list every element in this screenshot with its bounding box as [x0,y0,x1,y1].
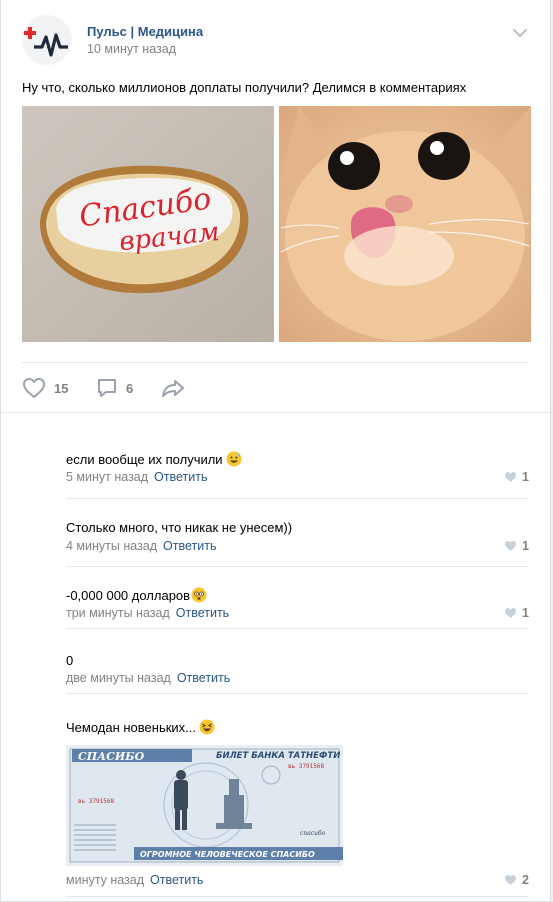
comment-time[interactable]: три минуты назад [66,606,170,620]
heart-icon [505,875,516,885]
comment-icon [98,379,116,397]
comment-meta: 4 минуты назад Ответить [66,539,216,553]
comment-separator [66,498,529,499]
post-separator [22,362,529,363]
heart-icon [23,378,45,398]
banknote-right-title: БИЛЕТ БАНКА ТАТНЕФТИ [216,751,340,761]
comment-time[interactable]: минуту назад [66,873,144,887]
like-button[interactable]: 15 [22,376,68,400]
comment-separator [66,896,529,897]
comment-text: 0 [66,653,74,668]
heart-icon [505,541,516,551]
comment-meta: три минуты назад Ответить [66,606,229,620]
comment-separator [66,566,529,567]
post-photo-cat[interactable] [279,106,531,342]
comment-meta: две минуты назад Ответить [66,671,230,685]
banknote-bottom-text: ОГРОМНОЕ ЧЕЛОВЕЧЕСКОЕ СПАСИБО [140,850,315,859]
comment-text: -0,000 000 долларов [66,587,207,603]
sweat-smile-emoji-icon [226,451,242,467]
comment-like-button[interactable]: 2 [504,873,529,887]
post-card: Пульс | Медицина 10 минут назад Ну что, … [0,0,551,902]
comment-text: если вообще их получили [66,451,242,467]
banknote-serial-left: вь 3791568 [78,798,115,805]
comment-like-button[interactable]: 1 [504,470,529,484]
comment-time[interactable]: 5 минут назад [66,470,148,484]
comment-like-button[interactable]: 1 [504,606,529,620]
comment-separator [66,628,529,629]
comment-meta: минуту назад Ответить [66,873,203,887]
laughing-emoji-icon [199,719,215,735]
share-icon [162,380,184,397]
comment-separator [66,693,529,694]
reply-link[interactable]: Ответить [163,539,216,553]
post-photo-bread[interactable]: Спасибо врачам [22,106,274,342]
chevron-down-icon[interactable] [512,25,528,41]
banknote-signature: спасибо [300,830,326,837]
comment-button[interactable]: 6 [96,376,133,400]
dizzy-emoji-icon [191,587,207,603]
banknote-left-title: СПАСИБО [78,750,145,763]
share-button[interactable] [161,376,185,400]
author-name[interactable]: Пульс | Медицина [87,24,203,39]
reply-link[interactable]: Ответить [150,873,203,887]
comment-like-count: 1 [522,539,529,553]
banknote-serial-top: вь 3791568 [288,763,325,770]
comment-like-count: 2 [522,873,529,887]
heart-icon [505,472,516,482]
comment-like-count: 1 [522,470,529,484]
comment-text: Чемодан новеньких... [66,719,215,735]
comment-text: Столько много, что никак не унесем)) [66,520,293,535]
post-time[interactable]: 10 минут назад [87,42,176,56]
reply-link[interactable]: Ответить [154,470,207,484]
comment-count: 6 [126,380,134,396]
like-count: 15 [54,380,69,396]
comments-divider [1,412,550,413]
comment-time[interactable]: две минуты назад [66,671,171,685]
post-text: Ну что, сколько миллионов доплаты получи… [22,80,467,95]
pulse-logo-icon [24,27,68,57]
comment-meta: 5 минут назад Ответить [66,470,207,484]
comment-like-count: 1 [522,606,529,620]
comment-time[interactable]: 4 минуты назад [66,539,157,553]
reply-link[interactable]: Ответить [176,606,229,620]
reply-link[interactable]: Ответить [177,671,230,685]
comment-like-button[interactable]: 1 [504,539,529,553]
comment-attachment-banknote[interactable]: СПАСИБО БИЛЕТ БАНКА ТАТНЕФТИ вь 3791568 … [66,745,344,866]
community-avatar[interactable] [22,15,72,65]
heart-icon [505,608,516,618]
